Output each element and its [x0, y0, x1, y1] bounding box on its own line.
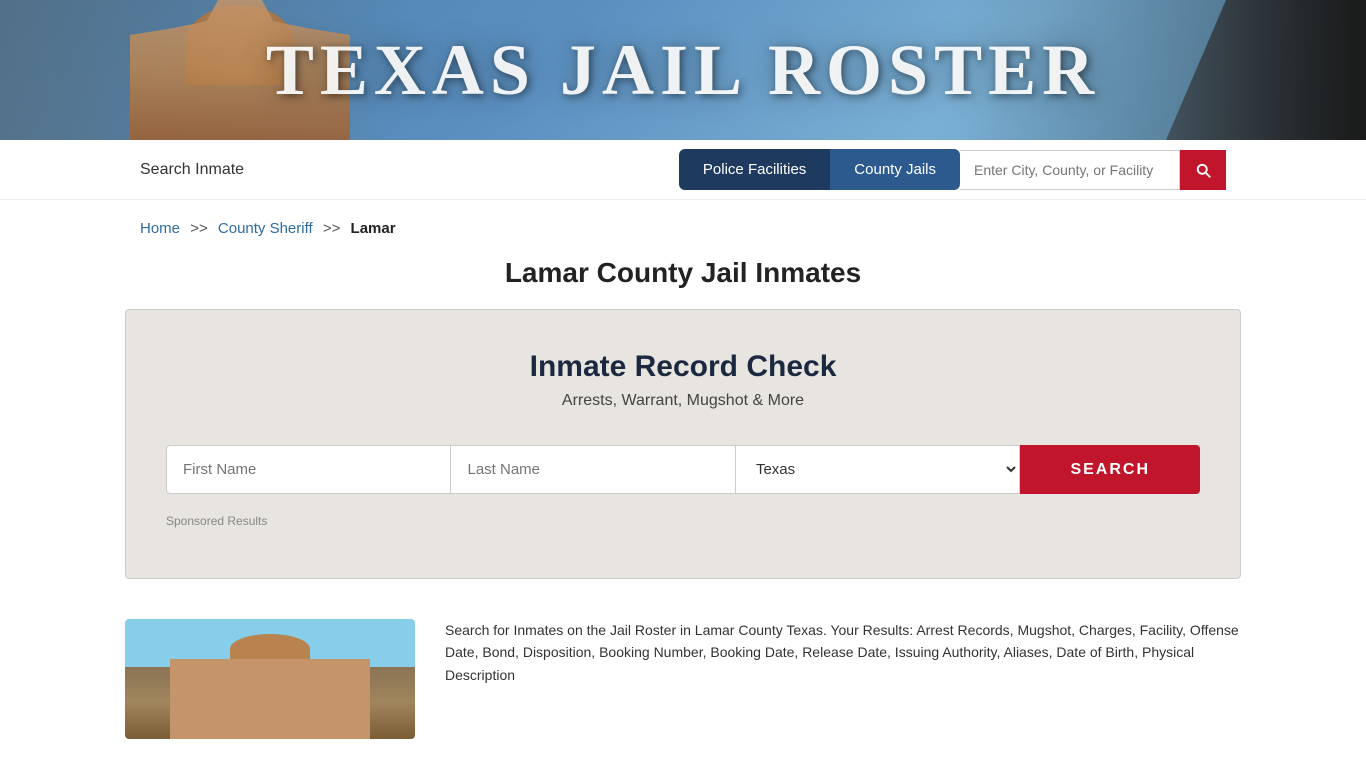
first-name-input[interactable]	[166, 445, 451, 494]
record-check-subtitle: Arrests, Warrant, Mugshot & More	[166, 392, 1200, 410]
page-title-section: Lamar County Jail Inmates	[0, 247, 1366, 309]
nav-search-input[interactable]	[960, 150, 1180, 190]
breadcrumb-sep1: >>	[190, 220, 208, 237]
county-jails-button[interactable]: County Jails	[830, 149, 960, 190]
nav-right: Police Facilities County Jails	[679, 149, 1226, 190]
last-name-input[interactable]	[451, 445, 735, 494]
record-check-title: Inmate Record Check	[166, 350, 1200, 384]
breadcrumb-current: Lamar	[351, 220, 396, 237]
building-body	[170, 659, 370, 739]
bottom-description: Search for Inmates on the Jail Roster in…	[445, 619, 1241, 739]
county-building-image	[125, 619, 415, 739]
breadcrumb: Home >> County Sheriff >> Lamar	[0, 200, 1366, 247]
breadcrumb-sep2: >>	[323, 220, 341, 237]
search-inmate-label: Search Inmate	[140, 161, 244, 179]
state-select[interactable]: AlabamaAlaskaArizonaArkansasCaliforniaCo…	[736, 445, 1020, 494]
breadcrumb-home[interactable]: Home	[140, 220, 180, 237]
nav-search-button[interactable]	[1180, 150, 1226, 190]
breadcrumb-county-sheriff[interactable]: County Sheriff	[218, 220, 313, 237]
header-banner: Texas Jail Roster	[0, 0, 1366, 140]
record-check-form: AlabamaAlaskaArizonaArkansasCaliforniaCo…	[166, 445, 1200, 494]
page-title: Lamar County Jail Inmates	[0, 257, 1366, 289]
record-search-button[interactable]: SEARCH	[1020, 445, 1200, 494]
record-check-box: Inmate Record Check Arrests, Warrant, Mu…	[125, 309, 1241, 579]
bottom-section: Search for Inmates on the Jail Roster in…	[0, 609, 1366, 739]
police-facilities-button[interactable]: Police Facilities	[679, 149, 830, 190]
search-icon	[1194, 161, 1212, 179]
sponsored-label: Sponsored Results	[166, 514, 1200, 528]
site-title: Texas Jail Roster	[266, 29, 1100, 112]
nav-bar: Search Inmate Police Facilities County J…	[0, 140, 1366, 200]
